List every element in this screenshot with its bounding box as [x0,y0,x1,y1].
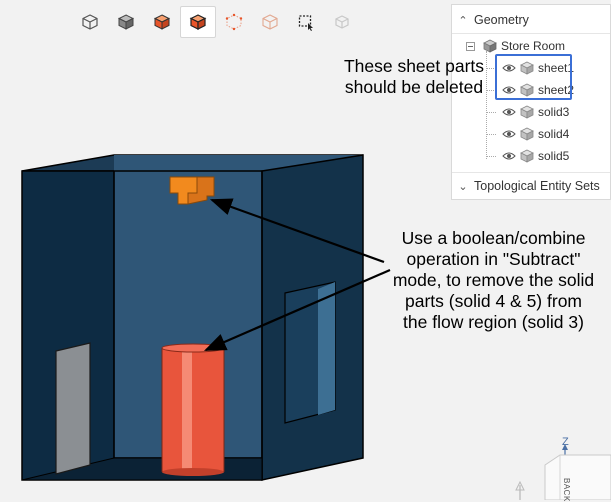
sheet-parts-highlight [495,54,572,100]
tree-root-store-room[interactable]: Store Room [452,36,610,56]
eye-icon[interactable] [502,129,516,139]
tree-item-solid4[interactable]: solid4 [502,124,569,144]
view-cube-outline-button[interactable] [72,6,108,38]
hide-button[interactable] [324,6,360,38]
view-cube-points-icon [225,13,243,31]
part-cube-icon [520,105,534,119]
view-cube-outline-icon [82,14,98,30]
view-cube-orange-button[interactable] [144,6,180,38]
view-cube-solid-button[interactable] [108,6,144,38]
tree-item-solid3[interactable]: solid3 [502,102,569,122]
annotation-line: the flow region (solid 3) [403,312,584,332]
eye-icon[interactable] [502,151,516,161]
tree-item-label: solid3 [538,105,570,119]
part-cube-icon [520,127,534,141]
view-cube-solid-icon [117,14,135,30]
topological-sets-label: Topological Entity Sets [474,179,600,193]
annotation-delete-sheets: These sheet parts should be deleted [332,56,496,98]
annotation-line: These sheet parts [343,56,485,76]
geometry-header-label: Geometry [474,13,529,27]
collapse-icon[interactable] [466,41,475,51]
view-cube-points-button[interactable] [216,6,252,38]
view-cube-active-button[interactable] [180,6,216,38]
view-cube-active-icon [189,14,207,30]
annotation-line: parts (solid 4 & 5) from [405,291,582,311]
topological-sets-header[interactable]: ⌄ Topological Entity Sets [452,173,610,199]
annotation-line: mode, to remove the solid [392,270,595,290]
annotation-line: Use a boolean/combine [401,228,586,248]
annotation-line: should be deleted [344,77,484,97]
tree-item-label: solid5 [538,149,570,163]
eye-icon[interactable] [502,107,516,117]
tree-item-label: solid4 [538,127,570,141]
view-cube-orange-icon [153,14,171,30]
hide-icon [335,15,349,29]
annotation-boolean-subtract: Use a boolean/combine operation in "Subt… [376,228,611,333]
tree-root-label: Store Room [501,39,566,53]
solid-cylinder[interactable] [161,343,225,476]
box-select-icon [298,15,313,31]
box-select-button[interactable] [288,6,324,38]
chevron-down-icon[interactable]: ⌄ [452,180,474,193]
view-cube-back-label[interactable]: BACK [562,478,571,502]
part-cube-icon [520,149,534,163]
z-axis-label: Z [562,436,569,448]
tree-item-solid5[interactable]: solid5 [502,146,569,166]
view-cube-faded-button[interactable] [252,6,288,38]
view-toolbar [72,6,360,38]
geometry-panel: ⌃ Geometry Store Room sheet1 sheet2 soli… [451,4,611,200]
annotation-line: operation in "Subtract" [406,249,581,269]
geometry-header[interactable]: ⌃ Geometry [452,7,610,33]
view-cube-faded-icon [262,14,278,30]
chevron-up-icon[interactable]: ⌃ [452,14,474,27]
